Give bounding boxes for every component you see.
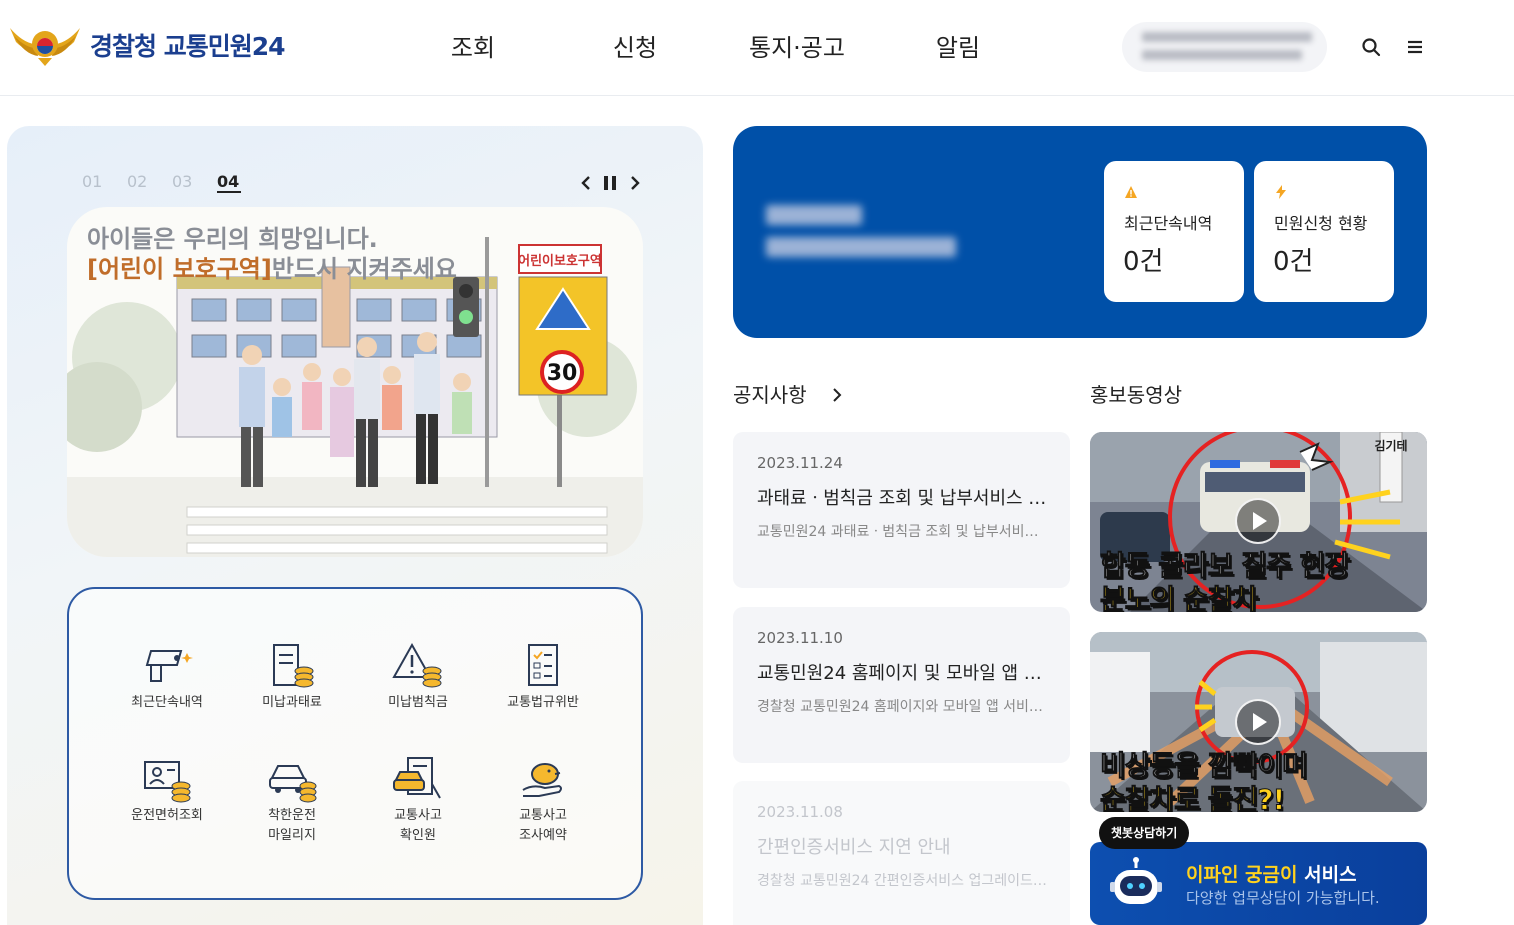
speed-limit-text: 30 (547, 361, 578, 386)
video-thumbnail-1[interactable]: 김기테 합동 콜라보 질주 현장 분노의 순찰차 (1090, 432, 1427, 612)
video-side-text: 김기테 (1374, 438, 1407, 453)
status-card-label: 최근단속내역 (1124, 214, 1213, 233)
notice-item[interactable]: 2023.11.10 교통민원24 홈페이지 및 모바일 앱 서비스 개편 안내… (733, 607, 1070, 763)
banner-headline-highlight: [어린이 보호구역] (87, 255, 272, 283)
car-coins-icon (269, 765, 317, 803)
video-caption-2: 순찰차로 돌진?! (1099, 783, 1285, 813)
camera-enforcement-icon (145, 650, 193, 682)
quick-unpaid-penalty[interactable]: 미납범칙금 (358, 641, 478, 713)
pager-03[interactable]: 03 (172, 172, 217, 193)
play-icon[interactable] (1235, 699, 1281, 745)
banner-headline-rest: 반드시 지켜주세요 (271, 255, 457, 283)
quick-label: 교통사고 확인원 (394, 808, 442, 843)
notice-date: 2023.11.08 (757, 803, 843, 821)
accident-document-icon (393, 757, 441, 799)
piggy-bank-icon (522, 763, 562, 797)
quick-label: 운전면허조회 (131, 808, 203, 823)
pager-01[interactable]: 01 (82, 172, 127, 193)
user-greeting-blurred (766, 205, 862, 225)
pager-02[interactable]: 02 (127, 172, 172, 193)
notice-summary: 경찰청 교통민원24 홈페이지와 모바일 앱 서비스 개편 안내 (757, 699, 1047, 715)
chatbot-banner[interactable]: 이파인 궁금이 서비스 다양한 업무상담이 가능합니다. (1090, 842, 1427, 925)
quick-accident-appointment[interactable]: 교통사고 조사예약 (483, 754, 603, 846)
chatbot-robot-icon (1110, 857, 1162, 904)
receipt-coins-icon (273, 644, 314, 688)
pager-04[interactable]: 04 (217, 172, 241, 193)
warning-coins-icon (392, 642, 442, 688)
license-card-icon (144, 761, 191, 803)
notice-title-text: 공지사항 (733, 383, 807, 407)
checklist-document-icon (528, 644, 558, 686)
quick-accident-certificate[interactable]: 교통사고 확인원 (358, 754, 478, 846)
chevron-right-icon (833, 388, 842, 402)
chatbot-title-highlight: 이파인 궁금이 (1186, 864, 1298, 886)
chatbot-subtitle: 다양한 업무상담이 가능합니다. (1186, 889, 1380, 907)
school-zone-sign-text: 어린이보호구역 (518, 253, 602, 269)
notice-title: 과태료ㆍ범칙금 조회 및 납부서비스 일시 중단 안내 (757, 488, 1047, 509)
quick-label: 미납범칙금 (388, 695, 448, 710)
quick-label: 미납과태료 (262, 695, 322, 710)
quick-unpaid-fine[interactable]: 미납과태료 (232, 641, 352, 713)
notice-title: 간편인증서비스 지연 안내 (757, 837, 951, 858)
quick-label: 착한운전 마일리지 (268, 808, 316, 843)
status-card-label: 민원신청 현황 (1274, 214, 1368, 233)
nav-notice-announce[interactable]: 통지·공고 (727, 28, 867, 63)
play-icon[interactable] (1235, 498, 1281, 544)
next-arrow-icon[interactable] (626, 174, 644, 192)
video-thumbnail-2[interactable]: 비상등을 깜빡이며 순찰차로 돌진?! (1090, 632, 1427, 812)
search-icon[interactable] (1360, 36, 1382, 58)
lightning-icon (1276, 185, 1286, 199)
nav-inquiry[interactable]: 조회 (403, 28, 543, 63)
status-card-count: 0건 (1123, 247, 1164, 277)
notice-title: 교통민원24 홈페이지 및 모바일 앱 서비스 개편 안내 (757, 663, 1047, 684)
notice-section-title[interactable]: 공지사항 (733, 379, 845, 408)
quick-label: 교통사고 조사예약 (519, 808, 567, 843)
video-caption-2: 분노의 순찰차 (1099, 583, 1258, 613)
status-card-recent-enforcement[interactable]: 최근단속내역 0건 (1104, 161, 1244, 302)
quick-recent-enforcement[interactable]: 최근단속내역 (107, 641, 227, 713)
nav-news[interactable]: 알림 (888, 28, 1028, 63)
header: 경찰청 교통민원24 조회 신청 통지·공고 알림 (0, 0, 1514, 96)
user-info-blurred[interactable] (1122, 22, 1327, 72)
pause-icon[interactable] (601, 174, 619, 192)
notice-date: 2023.11.24 (757, 454, 843, 472)
quick-label: 최근단속내역 (131, 695, 203, 710)
notice-summary: 교통민원24 과태료ㆍ범칙금 조회 및 납부서비스 일시 중단 안내 (757, 524, 1047, 540)
status-card-application[interactable]: 민원신청 현황 0건 (1254, 161, 1394, 302)
banner-pager: 01 02 03 04 (82, 172, 241, 193)
notice-item[interactable]: 2023.11.24 과태료ㆍ범칙금 조회 및 납부서비스 일시 중단 안내 교… (733, 432, 1070, 588)
quick-license-inquiry[interactable]: 운전면허조회 (107, 754, 227, 826)
video-section-title: 홍보동영상 (1090, 383, 1182, 407)
notice-item[interactable]: 2023.11.08 간편인증서비스 지연 안내 경찰청 교통민원24 간편인증… (733, 781, 1070, 925)
user-greeting-sub-blurred (766, 237, 956, 257)
warning-icon (1125, 186, 1137, 198)
nav-apply[interactable]: 신청 (565, 28, 705, 63)
prev-arrow-icon[interactable] (577, 174, 595, 192)
chatbot-tooltip[interactable]: 챗봇상담하기 (1099, 817, 1190, 849)
status-card-count: 0건 (1273, 247, 1314, 277)
quick-traffic-violation[interactable]: 교통법규위반 (483, 641, 603, 713)
banner-headline-2: [어린이 보호구역]반드시 지켜주세요 (87, 249, 457, 284)
menu-icon[interactable] (1404, 36, 1426, 58)
chatbot-title: 이파인 궁금이 서비스 (1186, 860, 1357, 887)
quick-menu: 최근단속내역 미납과태료 미납범칙금 교통법규위반 운전면허조회 착한운전 마일… (67, 587, 643, 900)
notice-date: 2023.11.10 (757, 629, 843, 647)
quick-label: 교통법규위반 (507, 695, 579, 710)
quick-good-driving-mileage[interactable]: 착한운전 마일리지 (232, 754, 352, 846)
notice-summary: 경찰청 교통민원24 간편인증서비스 업그레이드 안내 (757, 873, 1047, 889)
banner-slide[interactable]: 어린이보호구역 30 아이들은 우리의 희망입니다. [어린이 보호구역]반드시… (67, 207, 643, 557)
chatbot-title-rest: 서비스 (1297, 864, 1357, 886)
